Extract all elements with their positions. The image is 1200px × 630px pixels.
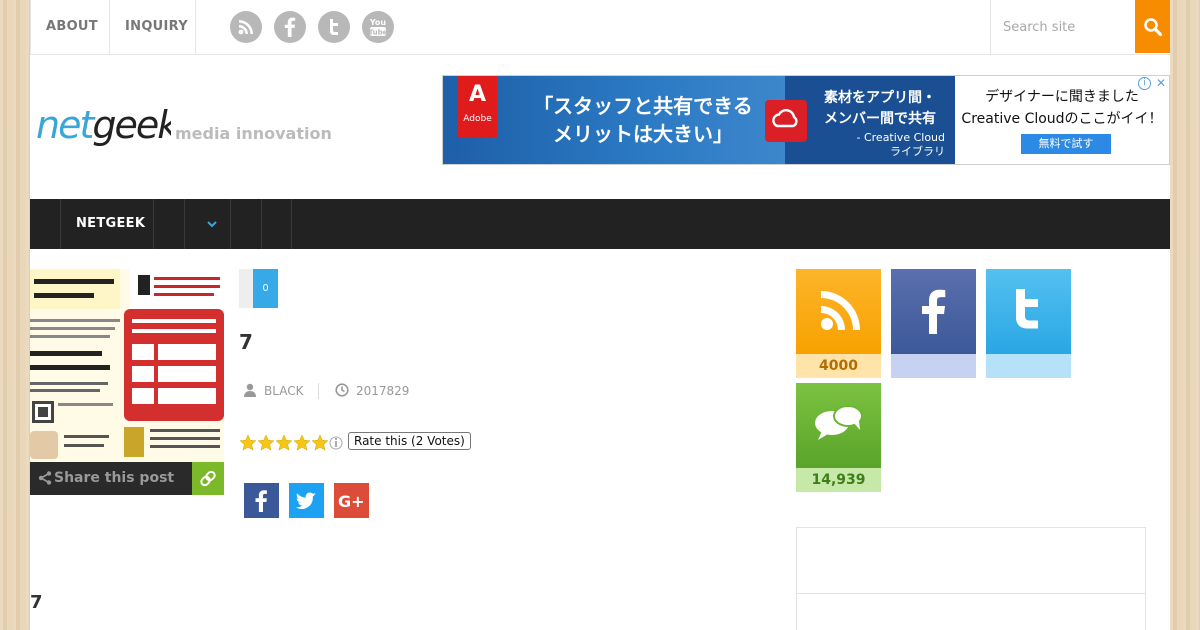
post-author[interactable]: BLACK bbox=[264, 383, 303, 399]
post-title[interactable]: 7 bbox=[239, 330, 253, 354]
rss-widget[interactable]: 4000 bbox=[796, 269, 881, 378]
user-icon bbox=[244, 383, 256, 397]
ad-banner[interactable]: A Adobe 「スタッフと共有できる メリットは大きい」 素材をアプリ間・ メンバー… bbox=[442, 75, 1170, 165]
share-facebook-button[interactable] bbox=[244, 483, 279, 518]
share-label: Share this post bbox=[54, 470, 175, 486]
twitter-bird-icon bbox=[295, 492, 316, 510]
main-nav: NETGEEK bbox=[30, 199, 1170, 249]
nav-item-netgeek[interactable]: NETGEEK bbox=[60, 199, 153, 249]
nav-item-empty-3[interactable] bbox=[261, 199, 292, 249]
search-input[interactable] bbox=[990, 0, 1135, 54]
about-link[interactable]: ABOUT bbox=[30, 0, 109, 54]
facebook-icon bbox=[255, 490, 267, 512]
site-logo[interactable]: netgeek bbox=[36, 100, 183, 154]
ad-right-text: デザイナーに聞きました Creative Cloudのここがイイ！ bbox=[961, 89, 1163, 127]
permalink-button[interactable] bbox=[192, 462, 224, 495]
feedly-count: 14,939 bbox=[796, 468, 881, 492]
star-icon bbox=[311, 434, 329, 451]
comment-count-badge[interactable]: 0 bbox=[253, 269, 278, 308]
post-thumbnail[interactable] bbox=[30, 269, 224, 462]
ad-headline: 「スタッフと共有できる メリットは大きい」 bbox=[533, 94, 753, 146]
share-googleplus-button[interactable]: G+ bbox=[334, 483, 369, 518]
star-icon bbox=[293, 434, 311, 451]
chevron-down-icon bbox=[207, 221, 217, 228]
search-button[interactable] bbox=[1135, 0, 1170, 53]
post-date: 2017829 bbox=[356, 384, 410, 398]
page: ABOUT INQUIRY You Tube netgeek media inno… bbox=[30, 0, 1170, 630]
next-post-title[interactable]: 7 bbox=[30, 592, 43, 613]
svg-text:G+: G+ bbox=[338, 492, 365, 511]
twitter-widget[interactable] bbox=[986, 269, 1071, 378]
link-icon bbox=[200, 470, 216, 487]
twitter-icon bbox=[1016, 289, 1038, 329]
share-bar[interactable]: Share this post bbox=[30, 462, 224, 495]
svg-text:Tube: Tube bbox=[369, 29, 388, 37]
star-icon bbox=[239, 434, 257, 451]
sidebar-box bbox=[796, 593, 1146, 630]
creative-cloud-icon bbox=[765, 100, 807, 142]
search-icon bbox=[1144, 18, 1163, 37]
nav-dropdown[interactable] bbox=[184, 199, 230, 249]
rating-stars[interactable] bbox=[239, 433, 347, 457]
top-bar: ABOUT INQUIRY You Tube bbox=[30, 0, 1170, 55]
sidebar-box bbox=[796, 527, 1146, 594]
google-plus-icon: G+ bbox=[338, 492, 365, 511]
youtube-icon[interactable]: You Tube bbox=[362, 11, 394, 43]
clock-icon bbox=[335, 383, 349, 397]
nav-item-empty-1[interactable] bbox=[153, 199, 184, 249]
star-icon bbox=[257, 434, 275, 451]
svg-text:You: You bbox=[369, 18, 387, 27]
chat-bubbles-icon bbox=[815, 405, 863, 440]
rss-icon bbox=[821, 291, 860, 330]
share-icon bbox=[38, 471, 52, 485]
ad-mid-small: - Creative Cloud ライブラリ bbox=[856, 131, 946, 158]
star-icon bbox=[275, 434, 293, 451]
facebook-icon[interactable] bbox=[274, 11, 306, 43]
svg-text:netgeek: netgeek bbox=[36, 103, 171, 147]
ad-close-icon[interactable]: ✕ bbox=[1156, 76, 1166, 90]
ad-cta-button[interactable]: 無料で試す bbox=[1021, 134, 1111, 154]
ad-mid-text: 素材をアプリ間・ メンバー間で共有 bbox=[824, 90, 936, 127]
ad-info-icon[interactable]: i bbox=[1138, 77, 1151, 90]
rating-label: Rate this (2 Votes) bbox=[348, 432, 471, 450]
twitter-icon[interactable] bbox=[318, 11, 350, 43]
rss-count: 4000 bbox=[796, 354, 881, 378]
facebook-widget[interactable] bbox=[891, 269, 976, 378]
nav-item-empty-2[interactable] bbox=[230, 199, 261, 249]
share-twitter-button[interactable] bbox=[289, 483, 324, 518]
facebook-icon bbox=[922, 289, 946, 334]
rss-icon[interactable] bbox=[230, 11, 262, 43]
site-tagline: media innovation bbox=[175, 124, 332, 143]
adobe-logo: A Adobe bbox=[458, 76, 497, 138]
feedly-widget[interactable]: 14,939 bbox=[796, 383, 881, 492]
inquiry-link[interactable]: INQUIRY bbox=[109, 0, 196, 54]
